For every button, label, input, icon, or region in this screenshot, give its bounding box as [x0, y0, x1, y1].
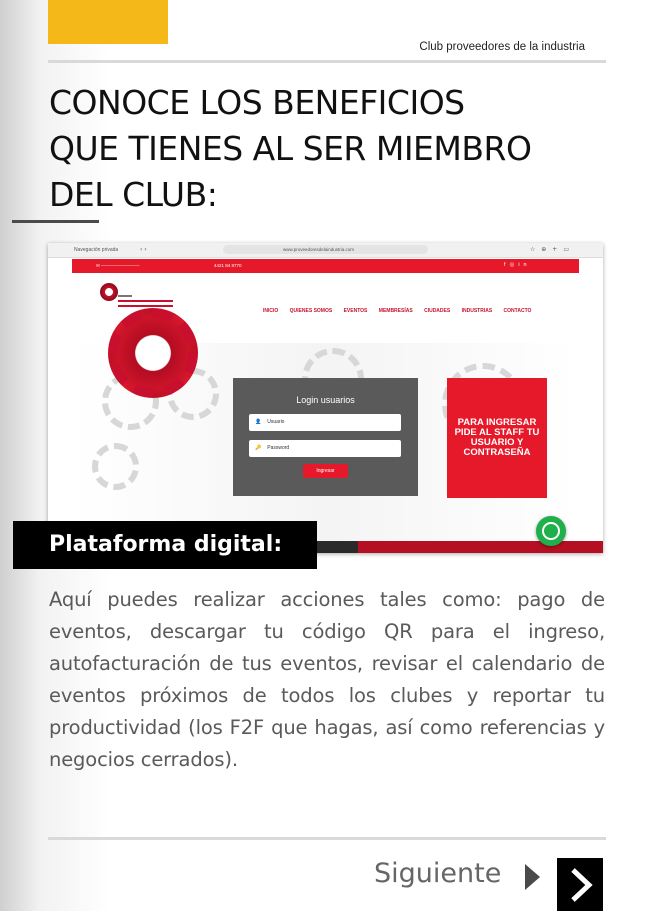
body-text: Aquí puedes realizar acciones tales como…: [49, 588, 605, 771]
menu-item-membresias: MEMBRESÍAS: [378, 308, 413, 314]
password-field: 🔑 Password: [249, 440, 401, 457]
menu-item-quienes-somos: QUIENES SOMOS: [289, 308, 333, 314]
header-divider: [48, 60, 606, 63]
site-phone: 4421 84 8770: [214, 263, 242, 268]
user-icon: 👤: [255, 419, 262, 425]
footer-divider: [48, 837, 606, 840]
key-icon: 🔑: [255, 445, 262, 451]
login-title: Login usuarios: [296, 395, 355, 405]
menu-item-eventos: EVENTOS: [343, 308, 368, 314]
title-line-2: QUE TIENES AL SER MIEMBRO: [49, 129, 532, 168]
red-gear-icon: [108, 308, 198, 398]
browser-url: www.proveedoresdelaindustria.com: [223, 245, 428, 254]
platform-screenshot: Navegación privada ‹ › www.proveedoresde…: [48, 243, 603, 553]
site-menu: INICIO QUIENES SOMOS EVENTOS MEMBRESÍAS …: [263, 308, 541, 314]
staff-note: PARA INGRESAR PIDE AL STAFF TU USUARIO Y…: [447, 378, 547, 498]
login-button: Ingresar: [303, 464, 348, 478]
header-label: Club proveedores de la industria: [419, 41, 585, 53]
title-line-3: DEL CLUB:: [49, 175, 218, 214]
menu-item-industrias: INDUSTRIAS: [461, 308, 493, 314]
site-topbar: ✉ ──────────── 4421 84 8770 f◎in: [72, 259, 579, 273]
page-title: CONOCE LOS BENEFICIOS QUE TIENES AL SER …: [49, 80, 609, 218]
menu-item-contacto: CONTACTO: [503, 308, 532, 314]
section-label: Plataforma digital:: [13, 521, 317, 569]
social-icons: f◎in: [504, 262, 531, 268]
username-field: 👤 Usuario: [249, 414, 401, 431]
browser-nav-icons: ‹ ›: [140, 246, 147, 253]
browser-tab-label: Navegación privada: [74, 247, 119, 253]
title-line-1: CONOCE LOS BENEFICIOS: [49, 83, 465, 122]
title-underline: [12, 220, 99, 223]
background-gear-icon: [92, 443, 139, 490]
chevron-right-icon: [571, 867, 593, 902]
whatsapp-icon: [536, 516, 566, 546]
menu-item-ciudades: CIUDADES: [424, 308, 451, 314]
logo-gear-icon: [100, 283, 118, 301]
site-email-icon: ✉ ────────────: [96, 263, 140, 268]
accent-tab: [48, 0, 168, 44]
next-button[interactable]: [557, 858, 603, 911]
menu-item-inicio: INICIO: [263, 308, 279, 314]
browser-toolbar: Navegación privada ‹ › www.proveedoresde…: [48, 243, 603, 258]
next-label[interactable]: Siguiente: [374, 858, 501, 889]
browser-tools-icons: ☆⊕+▭: [529, 246, 575, 253]
login-panel: Login usuarios 👤 Usuario 🔑 Password Ingres…: [233, 378, 418, 496]
play-icon: [525, 864, 540, 890]
